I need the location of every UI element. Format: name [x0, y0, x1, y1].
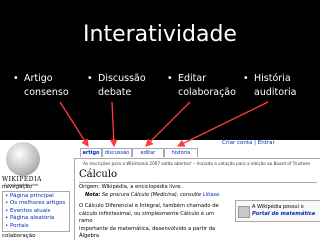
arrow-artigo — [59, 101, 89, 148]
arrow-discussao — [109, 101, 118, 148]
arrow-historia — [176, 101, 269, 147]
annotation-arrows — [59, 101, 269, 148]
arrow-editar — [145, 101, 191, 147]
